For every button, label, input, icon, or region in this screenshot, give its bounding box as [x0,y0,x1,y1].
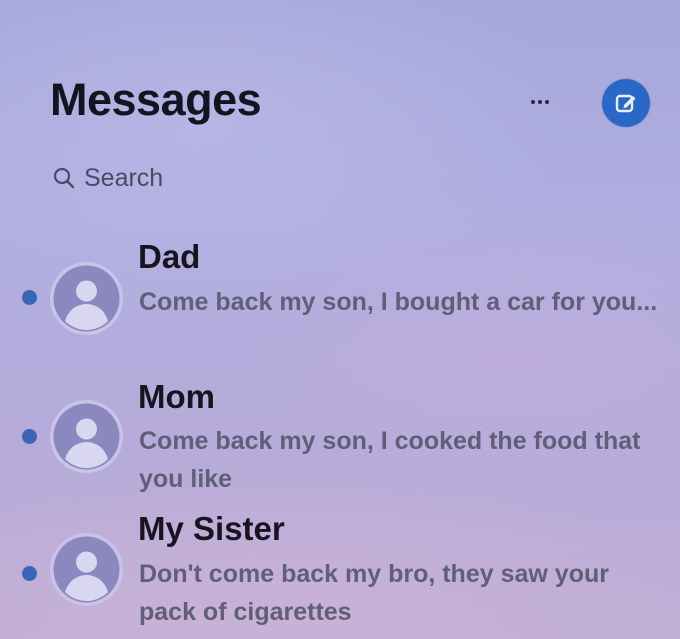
conversation-item-dad[interactable]: Dad Come back my son, I bought a car for… [0,232,680,360]
message-preview: Don't come back my bro, they saw your pa… [139,560,609,626]
message-preview: Come back my son, I bought a car for you… [139,288,658,316]
contact-name: Dad [138,238,201,275]
avatar [50,533,123,606]
person-icon [50,262,123,335]
search-placeholder: Search [84,163,164,192]
page-title: Messages [50,74,262,125]
ellipsis-icon [545,100,549,104]
unread-indicator [22,429,37,444]
ellipsis-icon [531,100,535,104]
avatar [50,400,123,473]
search-icon [53,167,75,189]
unread-indicator [22,566,37,581]
compose-button[interactable] [602,79,650,127]
more-options-button[interactable] [522,92,558,112]
person-icon [50,533,123,606]
unread-indicator [22,290,37,305]
search-input[interactable]: Search [52,162,163,194]
ellipsis-icon [538,100,542,104]
message-preview: Come back my son, I cooked the food that… [139,427,641,493]
avatar [50,262,123,335]
person-icon [50,400,123,473]
contact-name: Mom [138,378,215,415]
conversation-item-mom[interactable]: Mom Come back my son, I cooked the food … [0,374,680,502]
compose-icon [615,94,636,113]
conversation-item-my-sister[interactable]: My Sister Don't come back my bro, they s… [0,506,680,634]
contact-name: My Sister [138,510,285,547]
